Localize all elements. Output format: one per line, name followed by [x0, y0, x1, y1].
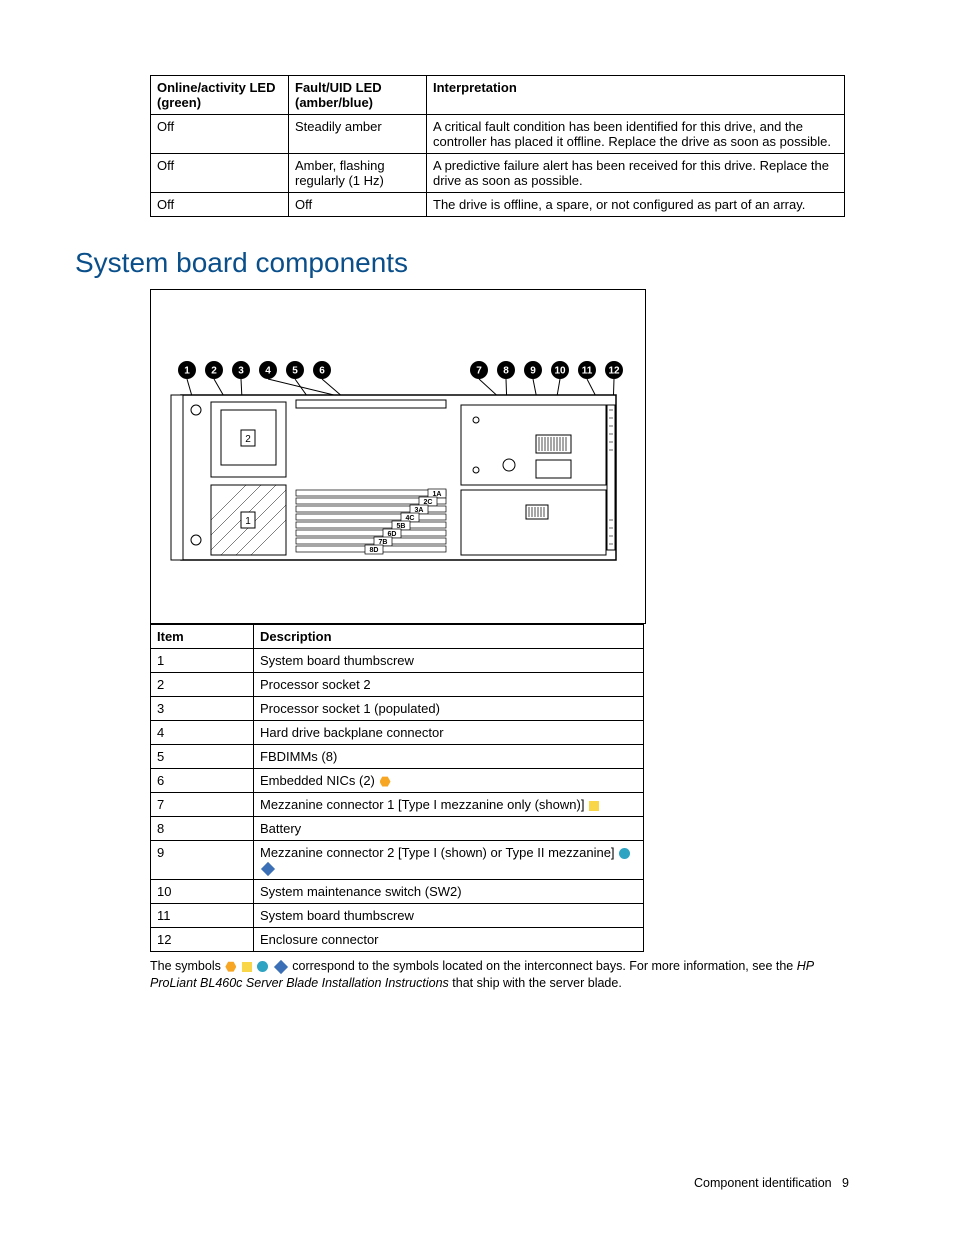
square-icon: [242, 962, 252, 972]
diamond-icon: [261, 861, 275, 875]
table-row: 7Mezzanine connector 1 [Type I mezzanine…: [151, 793, 644, 817]
system-board-diagram: 123456789101112 2: [150, 289, 646, 624]
col-online-led: Online/activity LED (green): [151, 76, 289, 115]
diamond-icon: [274, 960, 288, 974]
col-interpretation: Interpretation: [427, 76, 845, 115]
square-icon: [589, 801, 599, 811]
table-row: Off Amber, flashing regularly (1 Hz) A p…: [151, 154, 845, 193]
svg-text:10: 10: [554, 366, 566, 377]
table-row: 1System board thumbscrew: [151, 649, 644, 673]
table-row: 11System board thumbscrew: [151, 904, 644, 928]
svg-text:11: 11: [582, 366, 593, 377]
hexagon-icon: [225, 961, 236, 972]
table-row: 10System maintenance switch (SW2): [151, 880, 644, 904]
svg-text:1: 1: [245, 516, 251, 527]
svg-text:6: 6: [319, 366, 325, 377]
svg-text:2: 2: [211, 366, 217, 377]
svg-text:8D: 8D: [370, 547, 379, 554]
svg-text:7: 7: [476, 366, 482, 377]
svg-text:5: 5: [292, 366, 298, 377]
svg-text:8: 8: [503, 366, 509, 377]
symbol-footnote: The symbols correspond to the symbols lo…: [150, 958, 850, 992]
col-fault-led: Fault/UID LED (amber/blue): [289, 76, 427, 115]
table-row: 5FBDIMMs (8): [151, 745, 644, 769]
table-row: 9Mezzanine connector 2 [Type I (shown) o…: [151, 841, 644, 880]
svg-text:1: 1: [184, 366, 190, 377]
circle-icon: [257, 961, 268, 972]
svg-text:2: 2: [245, 434, 251, 445]
led-status-table: Online/activity LED (green) Fault/UID LE…: [150, 75, 845, 217]
col-description: Description: [254, 625, 644, 649]
table-row: 4Hard drive backplane connector: [151, 721, 644, 745]
table-row: Off Off The drive is offline, a spare, o…: [151, 193, 845, 217]
svg-text:12: 12: [608, 366, 620, 377]
component-table: Item Description 1System board thumbscre…: [150, 624, 644, 952]
svg-text:9: 9: [530, 366, 536, 377]
hexagon-icon: [380, 776, 391, 787]
table-row: 12Enclosure connector: [151, 928, 644, 952]
table-row: 6Embedded NICs (2): [151, 769, 644, 793]
table-row: 8Battery: [151, 817, 644, 841]
table-row: Off Steadily amber A critical fault cond…: [151, 115, 845, 154]
col-item: Item: [151, 625, 254, 649]
svg-text:4: 4: [265, 366, 271, 377]
table-row: 2Processor socket 2: [151, 673, 644, 697]
page-footer: Component identification 9: [694, 1176, 849, 1190]
circle-icon: [619, 848, 630, 859]
table-row: 3Processor socket 1 (populated): [151, 697, 644, 721]
section-heading: System board components: [75, 247, 849, 279]
svg-text:3: 3: [238, 366, 244, 377]
